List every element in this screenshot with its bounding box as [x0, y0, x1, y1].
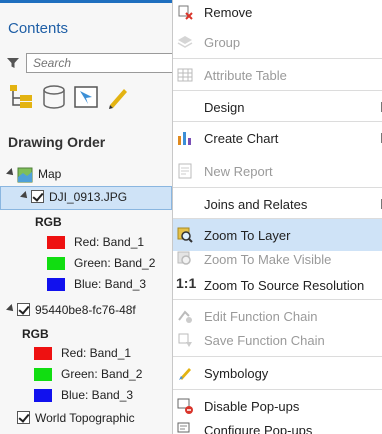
menu-item-zoom-to-source-resolution[interactable]: 1:1 Zoom To Source Resolution — [173, 269, 382, 301]
report-icon — [178, 163, 192, 179]
function-chain-icon — [178, 310, 192, 323]
red-swatch — [47, 236, 65, 249]
list-by-data-source-icon[interactable] — [40, 83, 68, 111]
expand-caret-icon[interactable] — [20, 191, 30, 201]
menu-item-group[interactable]: Group — [173, 26, 382, 58]
filter-icon[interactable] — [6, 56, 20, 70]
menu-item-design[interactable]: Design — [173, 91, 382, 123]
renderer-label: RGB — [22, 327, 49, 341]
layer-row-dji-0913[interactable]: DJI_0913.JPG — [0, 186, 172, 210]
zoom-to-layer-icon — [177, 227, 193, 243]
contents-pane: Contents Drawing Order — [0, 0, 173, 434]
layer-name: World Topographic — [35, 411, 135, 425]
configure-popups-icon — [177, 422, 190, 433]
layer-name: DJI_0913.JPG — [49, 190, 128, 204]
blue-swatch — [47, 278, 65, 291]
bar-chart-icon — [178, 132, 191, 145]
layer-row-world-topographic[interactable]: World Topographic — [0, 408, 172, 430]
menu-item-new-report[interactable]: New Report — [173, 155, 382, 187]
list-by-editing-icon[interactable] — [104, 83, 132, 111]
search-input[interactable] — [27, 54, 172, 72]
renderer-label: RGB — [35, 215, 62, 229]
group-layers-icon — [177, 36, 193, 48]
expand-caret-icon[interactable] — [6, 304, 16, 314]
pane-title: Contents — [8, 20, 69, 37]
band-label: Red: Band_1 — [74, 235, 145, 249]
band-label: Green: Band_2 — [74, 256, 156, 270]
list-by-drawing-order-icon[interactable] — [8, 83, 36, 111]
map-label: Map — [38, 167, 62, 181]
band-label: Blue: Band_3 — [61, 388, 134, 402]
layer-context-menu: Remove Group Attribute Table Design Crea… — [172, 0, 382, 434]
green-swatch — [34, 368, 52, 381]
search-box[interactable] — [26, 53, 172, 73]
disable-popups-icon — [177, 398, 193, 414]
layer-visibility-checkbox[interactable] — [31, 190, 44, 203]
pane-accent-bar — [0, 0, 172, 3]
layer-row-95440be8[interactable]: 95440be8-fc76-48f — [0, 300, 172, 322]
layer-visibility-checkbox[interactable] — [17, 411, 30, 424]
list-by-selection-icon[interactable] — [72, 83, 100, 111]
layer-name: 95440be8-fc76-48f — [35, 303, 136, 317]
menu-item-configure-popups[interactable]: Configure Pop-ups — [173, 414, 382, 434]
table-icon — [177, 68, 193, 82]
menu-item-joins-relates[interactable]: Joins and Relates — [173, 188, 382, 220]
menu-item-save-function-chain[interactable]: Save Function Chain — [173, 324, 382, 356]
remove-icon — [178, 5, 193, 20]
drawing-order-heading: Drawing Order — [8, 134, 106, 150]
menu-item-create-chart[interactable]: Create Chart — [173, 122, 382, 154]
band-label: Blue: Band_3 — [74, 277, 147, 291]
menu-item-remove[interactable]: Remove — [173, 0, 382, 28]
menu-item-symbology[interactable]: Symbology — [173, 357, 382, 389]
band-label: Green: Band_2 — [61, 367, 143, 381]
expand-caret-icon[interactable] — [6, 168, 16, 178]
map-icon — [17, 167, 33, 183]
layer-visibility-checkbox[interactable] — [17, 303, 30, 316]
blue-swatch — [34, 389, 52, 402]
save-function-icon — [178, 333, 192, 347]
symbology-brush-icon — [179, 368, 191, 380]
green-swatch — [47, 257, 65, 270]
menu-item-attribute-table[interactable]: Attribute Table — [173, 59, 382, 91]
red-swatch — [34, 347, 52, 360]
one-to-one-icon: 1:1 — [176, 275, 197, 291]
zoom-visible-icon — [177, 251, 191, 265]
map-tree-row[interactable]: Map — [0, 164, 172, 186]
band-label: Red: Band_1 — [61, 346, 132, 360]
